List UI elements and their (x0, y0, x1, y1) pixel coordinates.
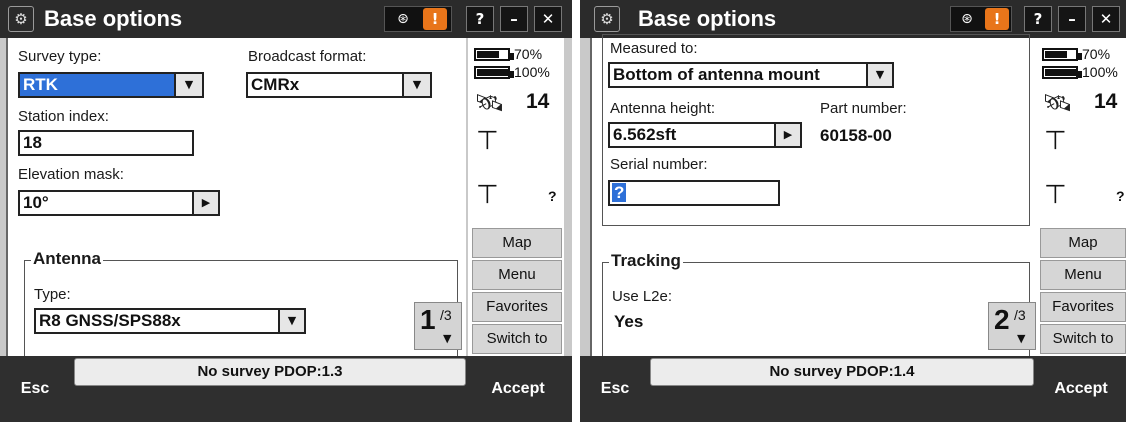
battery-2-icon (1042, 66, 1078, 79)
right-screen: ⚙ Base options ⊛ ! ? – ✕ Measured to: Bo… (580, 0, 1126, 422)
minimize-button[interactable]: – (1058, 6, 1086, 32)
favorites-button[interactable]: Favorites (472, 292, 562, 322)
map-button[interactable]: Map (1040, 228, 1126, 258)
favorites-button[interactable]: Favorites (1040, 292, 1126, 322)
alert-icon[interactable]: ! (423, 8, 447, 30)
bottom-bar: Esc No survey PDOP:1.3 Accept (0, 356, 572, 422)
chevron-down-icon: ▼ (1017, 332, 1026, 345)
help-button[interactable]: ? (466, 6, 494, 32)
battery-1-percent: 70% (514, 46, 543, 62)
page-total: /3 (440, 307, 452, 323)
chevron-right-icon[interactable]: ▶ (774, 122, 802, 148)
antenna-icon[interactable]: ⊤ (1044, 124, 1067, 158)
satellite-icon[interactable]: 🛰 (1042, 88, 1072, 118)
battery-2-icon (474, 66, 510, 79)
antenna-icon[interactable]: ⊤ (476, 124, 499, 158)
chevron-down-icon: ▼ (443, 332, 452, 345)
broadcast-format-select[interactable]: CMRx (246, 72, 404, 98)
map-button[interactable]: Map (472, 228, 562, 258)
close-button[interactable]: ✕ (534, 6, 562, 32)
battery-2-percent: 100% (514, 64, 550, 80)
station-index-label: Station index: (18, 108, 109, 125)
serial-number-label: Serial number: (610, 156, 708, 173)
battery-1-percent: 70% (1082, 46, 1111, 62)
form-area: Survey type: RTK ▼ Broadcast format: CMR… (6, 38, 466, 370)
battery-1-icon (474, 48, 510, 61)
serial-number-input[interactable]: ? (608, 180, 780, 206)
chevron-down-icon[interactable]: ▼ (278, 308, 306, 334)
status-bar: No survey PDOP:1.3 (74, 358, 466, 386)
satellite-count: 14 (1094, 90, 1118, 113)
page-current: 2 (994, 304, 1010, 335)
use-l2e-value: Yes (614, 312, 644, 331)
page-indicator[interactable]: 1 /3 ▼ (414, 302, 462, 350)
menu-button[interactable]: Menu (1040, 260, 1126, 290)
use-l2e-label: Use L2e: (612, 288, 673, 305)
settings-gear-icon[interactable]: ⚙ (594, 6, 620, 32)
page-current: 1 (420, 304, 436, 335)
menu-button[interactable]: Menu (472, 260, 562, 290)
page-title: Base options (638, 6, 777, 31)
title-bar: ⚙ Base options ⊛ ! ? – ✕ (580, 0, 1126, 38)
antenna-height-label: Antenna height: (610, 100, 716, 117)
form-area: Measured to: Bottom of antenna mount ▼ A… (590, 34, 1036, 372)
chevron-down-icon[interactable]: ▼ (402, 72, 432, 98)
accept-button[interactable]: Accept (468, 356, 568, 422)
page-indicator[interactable]: 2 /3 ▼ (988, 302, 1036, 350)
chevron-down-icon[interactable]: ▼ (866, 62, 894, 88)
measured-to-select[interactable]: Bottom of antenna mount (608, 62, 868, 88)
help-button[interactable]: ? (1024, 6, 1052, 32)
survey-type-select[interactable]: RTK (18, 72, 176, 98)
receiver-icon[interactable]: ⊛ (391, 7, 415, 31)
title-status-icons: ⊛ ! (384, 6, 452, 32)
part-number-label: Part number: (820, 100, 907, 117)
alert-icon[interactable]: ! (985, 8, 1009, 30)
status-sidebar: 70% 100% 🛰 14 ⊤ ⊤ ? Map Menu Favorites S… (468, 38, 564, 356)
gnss-status: 70% 100% 🛰 14 ⊤ ⊤ ? (468, 38, 564, 226)
elevation-mask-input[interactable]: 10° (18, 190, 194, 216)
antenna-type-select[interactable]: R8 GNSS/SPS88x (34, 308, 280, 334)
status-bar: No survey PDOP:1.4 (650, 358, 1034, 386)
elevation-mask-label: Elevation mask: (18, 166, 124, 183)
accept-button[interactable]: Accept (1036, 356, 1126, 422)
antenna-group-title: Antenna (31, 249, 103, 269)
serial-number-value: ? (612, 183, 627, 202)
station-index-input[interactable]: 18 (18, 130, 194, 156)
settings-gear-icon[interactable]: ⚙ (8, 6, 34, 32)
antenna-icon[interactable]: ⊤ (1044, 178, 1067, 212)
tracking-group-title: Tracking (609, 251, 683, 271)
antenna-height-input[interactable]: 6.562sft (608, 122, 776, 148)
battery-2-percent: 100% (1082, 64, 1118, 80)
survey-type-label: Survey type: (18, 48, 102, 65)
status-sidebar: 70% 100% 🛰 14 ⊤ ⊤ ? Map Menu Favorites S… (1036, 38, 1126, 356)
page-title: Base options (44, 6, 183, 31)
satellite-icon[interactable]: 🛰 (474, 88, 504, 118)
title-bar: ⚙ Base options ⊛ ! ? – ✕ (0, 0, 572, 38)
esc-button[interactable]: Esc (0, 356, 70, 422)
chevron-down-icon[interactable]: ▼ (174, 72, 204, 98)
page-total: /3 (1014, 307, 1026, 323)
minimize-button[interactable]: – (500, 6, 528, 32)
part-number-value: 60158-00 (820, 126, 892, 145)
chevron-right-icon[interactable]: ▶ (192, 190, 220, 216)
title-status-icons: ⊛ ! (950, 6, 1012, 32)
measured-to-label: Measured to: (610, 40, 698, 57)
left-screen: ⚙ Base options ⊛ ! ? – ✕ Survey type: RT… (0, 0, 572, 422)
bottom-bar: Esc No survey PDOP:1.4 Accept (580, 356, 1126, 422)
screen-divider (572, 0, 580, 422)
radio-status: ? (1116, 188, 1125, 204)
antenna-type-label: Type: (34, 286, 71, 303)
radio-status: ? (548, 188, 557, 204)
antenna-icon[interactable]: ⊤ (476, 178, 499, 212)
broadcast-format-label: Broadcast format: (248, 48, 367, 65)
battery-1-icon (1042, 48, 1078, 61)
switch-to-button[interactable]: Switch to (1040, 324, 1126, 354)
close-button[interactable]: ✕ (1092, 6, 1120, 32)
gnss-status: 70% 100% 🛰 14 ⊤ ⊤ ? (1036, 38, 1126, 226)
receiver-icon[interactable]: ⊛ (955, 7, 979, 31)
switch-to-button[interactable]: Switch to (472, 324, 562, 354)
esc-button[interactable]: Esc (580, 356, 650, 422)
satellite-count: 14 (526, 90, 550, 113)
